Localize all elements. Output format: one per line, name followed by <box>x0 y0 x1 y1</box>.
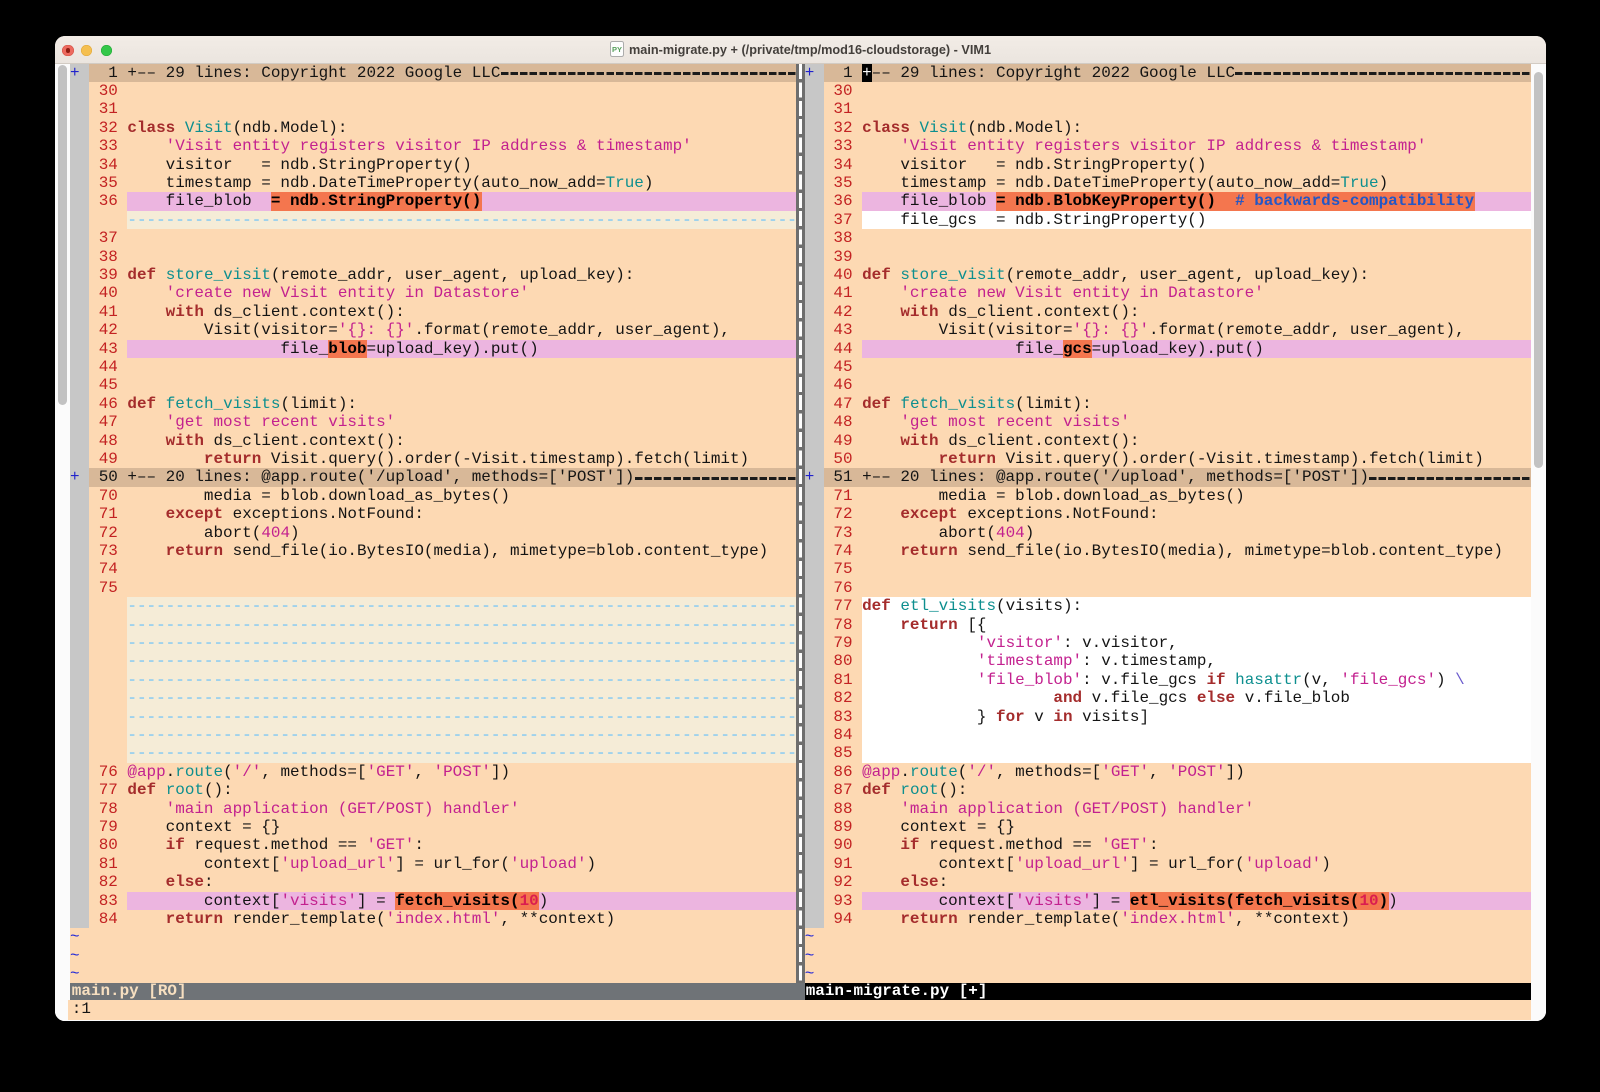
svg-text:PY: PY <box>612 45 622 54</box>
